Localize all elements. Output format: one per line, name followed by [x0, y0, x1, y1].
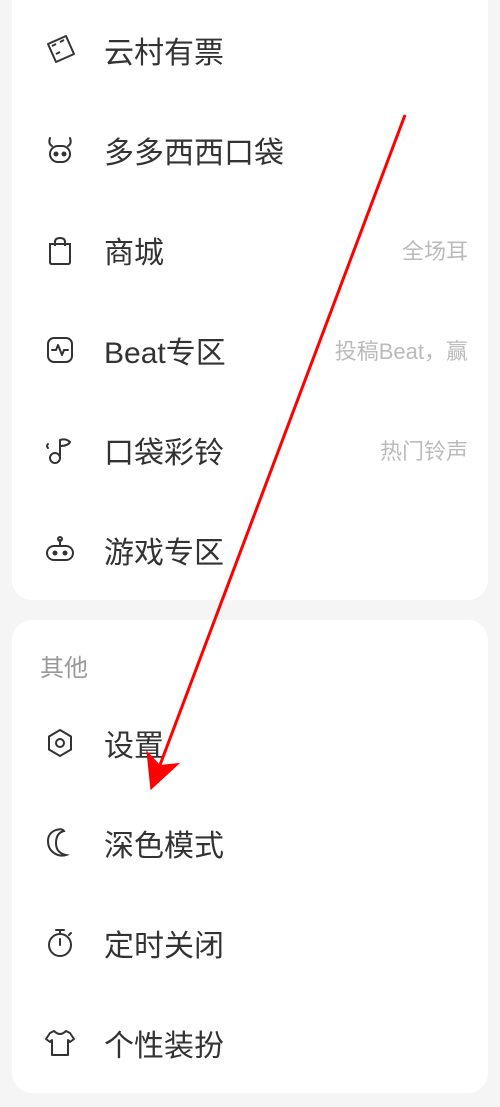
- menu-item-theme[interactable]: 个性装扮: [12, 993, 488, 1093]
- menu-item-timer[interactable]: 定时关闭: [12, 893, 488, 993]
- menu-hint: 全场耳: [402, 234, 468, 266]
- menu-hint: 投稿Beat，赢: [335, 334, 468, 366]
- settings-icon: [40, 723, 80, 763]
- menu-item-shop[interactable]: 商城 全场耳: [12, 200, 488, 300]
- menu-label: 深色模式: [104, 821, 468, 865]
- menu-item-darkmode[interactable]: 深色模式: [12, 793, 488, 893]
- ringtone-icon: [40, 430, 80, 470]
- menu-label: 定时关闭: [104, 921, 468, 965]
- menu-item-beat[interactable]: Beat专区 投稿Beat，赢: [12, 300, 488, 400]
- menu-label: 口袋彩铃: [104, 428, 380, 472]
- menu-label: 商城: [104, 228, 402, 272]
- moon-icon: [40, 823, 80, 863]
- ticket-icon: [40, 30, 80, 70]
- ox-icon: [40, 130, 80, 170]
- timer-icon: [40, 923, 80, 963]
- menu-section-other: 其他 设置 深色模式 定时关闭: [12, 620, 488, 1093]
- menu-label: 个性装扮: [104, 1021, 468, 1065]
- gamepad-icon: [40, 530, 80, 570]
- menu-item-games[interactable]: 游戏专区: [12, 500, 488, 600]
- tshirt-icon: [40, 1023, 80, 1063]
- menu-item-settings[interactable]: 设置: [12, 693, 488, 793]
- menu-item-pocket[interactable]: 多多西西口袋: [12, 100, 488, 200]
- menu-label: Beat专区: [104, 328, 335, 372]
- section-header: 其他: [12, 620, 488, 693]
- menu-section-services: 云村有票 多多西西口袋 商城 全场耳: [12, 0, 488, 600]
- menu-label: 设置: [104, 721, 468, 765]
- menu-hint: 热门铃声: [380, 434, 468, 466]
- menu-label: 多多西西口袋: [104, 128, 468, 172]
- menu-item-tickets[interactable]: 云村有票: [12, 0, 488, 100]
- shopping-bag-icon: [40, 230, 80, 270]
- menu-label: 游戏专区: [104, 528, 468, 572]
- menu-label: 云村有票: [104, 28, 468, 72]
- activity-icon: [40, 330, 80, 370]
- menu-item-ringtone[interactable]: 口袋彩铃 热门铃声: [12, 400, 488, 500]
